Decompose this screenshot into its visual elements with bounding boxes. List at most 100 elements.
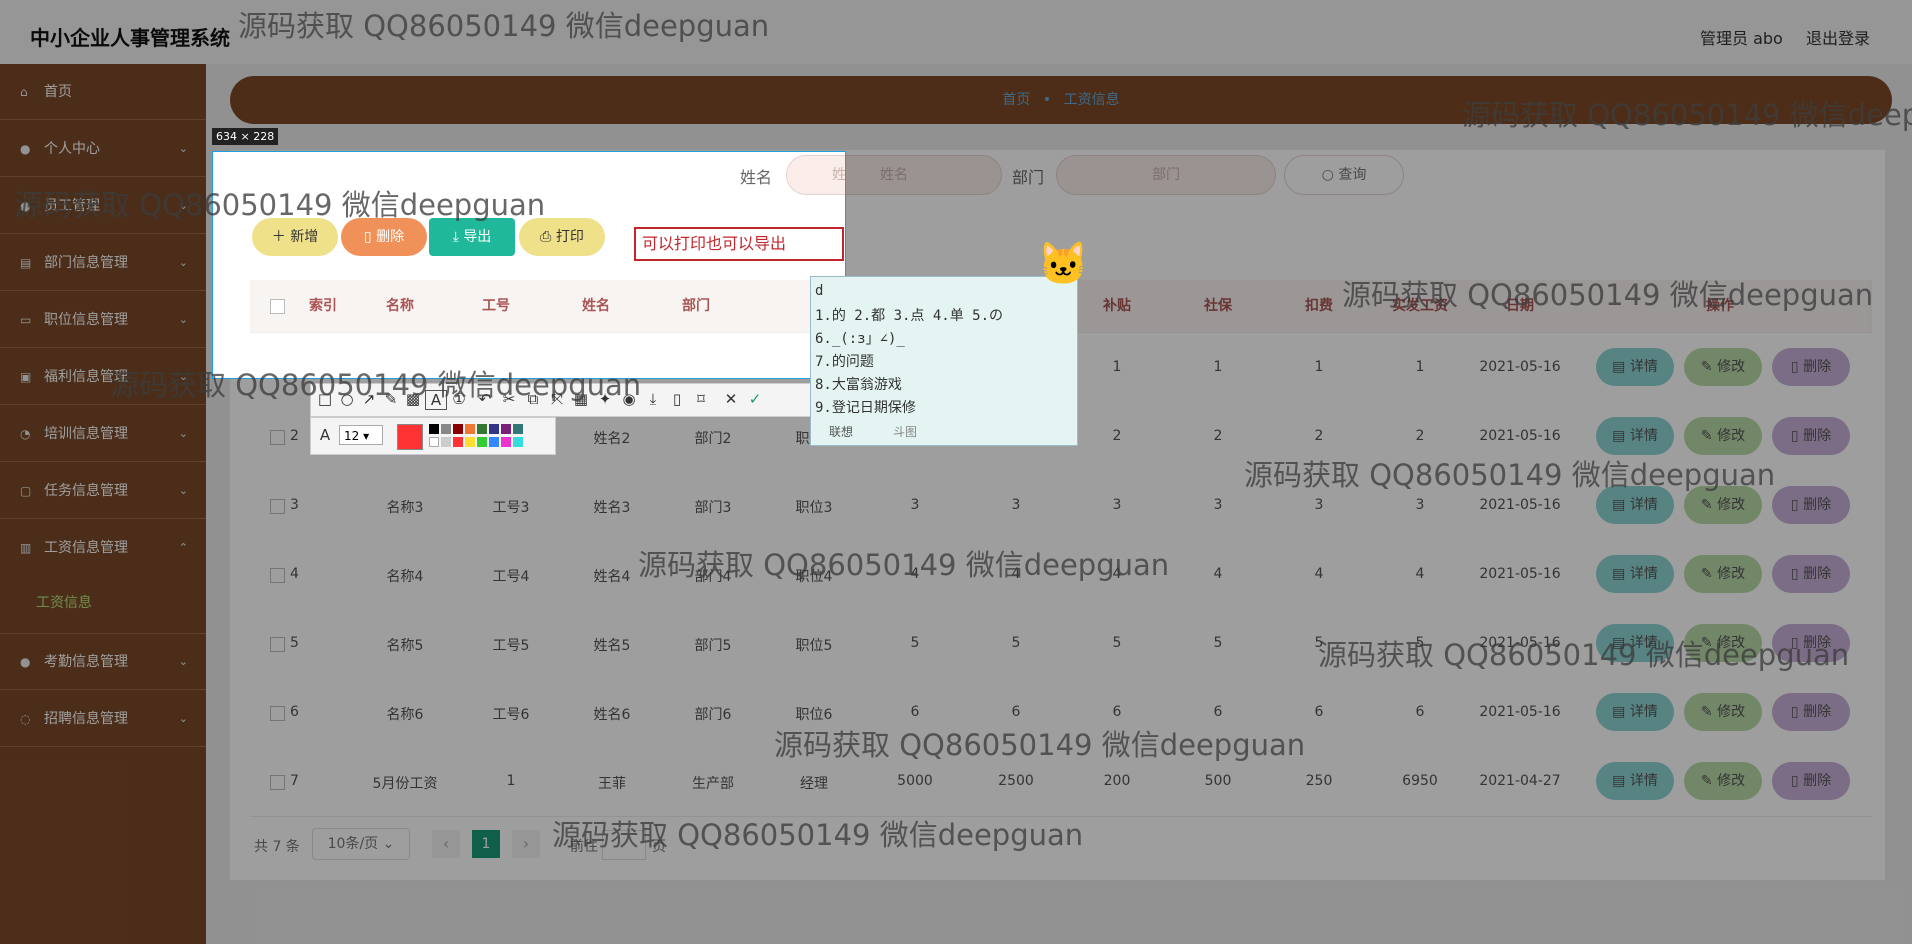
ime-tab-sticker[interactable]: 斗图 [893, 423, 917, 440]
long-screenshot-icon[interactable]: ⤧ [547, 390, 567, 408]
name-search-input[interactable]: 姓名 [786, 155, 846, 195]
ime-candidate[interactable]: 9.登记日期保修 [815, 397, 916, 417]
bookmark-icon[interactable]: ⌑ [691, 390, 711, 408]
pen-tool-icon[interactable]: ✎ [381, 390, 401, 408]
table-cell: 250 [1305, 773, 1333, 789]
goto-page-input[interactable] [602, 830, 646, 860]
query-button[interactable]: ○ 查询 [1284, 155, 1404, 195]
sidebar-item-training[interactable]: ◔ 培训信息管理 ⌄ [0, 406, 206, 462]
arrow-tool-icon[interactable]: ↗ [359, 390, 379, 408]
sidebar-sub-salary-info[interactable]: 工资信息 [36, 592, 92, 612]
sidebar-item-department[interactable]: ▤ 部门信息管理 ⌄ [0, 235, 206, 291]
delete-button[interactable]: ▯ 删除 [1772, 693, 1850, 731]
pin-icon[interactable]: ✦ [595, 390, 615, 408]
page-size-select[interactable]: 10条/页 ⌄ [312, 828, 410, 860]
detail-button[interactable]: ▤ 详情 [1596, 486, 1674, 524]
prev-page-button[interactable]: ‹ [432, 830, 460, 858]
next-page-button[interactable]: › [512, 830, 540, 858]
detail-button[interactable]: ▤ 详情 [1596, 624, 1674, 662]
col-header[interactable]: 社保 [1168, 280, 1269, 332]
search-icon: ○ [1321, 167, 1339, 183]
select-all-checkbox[interactable] [270, 299, 285, 314]
sidebar-item-home[interactable]: ⌂ 首页 [0, 64, 206, 120]
ime-candidate[interactable]: 6._(:з」∠)_ [815, 328, 905, 348]
undo-icon[interactable]: ↶ [475, 390, 495, 408]
edit-button[interactable]: ✎ 修改 [1684, 417, 1762, 455]
sidebar-item-welfare[interactable]: ▣ 福利信息管理 ⌄ [0, 349, 206, 405]
detail-button[interactable]: ▤ 详情 [1596, 762, 1674, 800]
delete-button[interactable]: ▯ 删除 [1772, 762, 1850, 800]
row-checkbox[interactable] [270, 499, 285, 514]
bulk-delete-button[interactable]: ▯ 删除 [341, 218, 427, 256]
logout-link[interactable]: 退出登录 [1806, 25, 1870, 49]
edit-button-label: 修改 [1717, 428, 1746, 444]
sidebar-item-staff[interactable]: ● 员工管理 ⌄ [0, 178, 206, 234]
close-icon[interactable]: ✕ [721, 390, 741, 408]
ime-candidate[interactable]: 8.大富翁游戏 [815, 374, 902, 394]
add-button[interactable]: ＋ 新增 [252, 218, 338, 256]
mosaic-tool-icon[interactable]: ▩ [403, 390, 423, 408]
breadcrumb-home[interactable]: 首页 [1002, 92, 1030, 108]
table-cell: 5 [1112, 635, 1122, 651]
translate-icon[interactable]: ⧉ [523, 390, 543, 408]
detail-button[interactable]: ▤ 详情 [1596, 417, 1674, 455]
row-checkbox[interactable] [270, 430, 285, 445]
sidebar-item-recruit[interactable]: ◌ 招聘信息管理 ⌄ [0, 691, 206, 747]
save-icon[interactable]: ⤓ [643, 390, 663, 408]
row-checkbox[interactable] [270, 775, 285, 790]
sidebar-item-salary[interactable]: ▥ 工资信息管理 ⌃ [0, 520, 206, 634]
detail-button[interactable]: ▤ 详情 [1596, 348, 1674, 386]
print-button[interactable]: ⎙ 打印 [519, 218, 605, 256]
screenshot-selection[interactable]: 姓名 姓名 ＋ 新增 ▯ 删除 ⤓ 导出 ⎙ 打印 索引 名称 工号 姓名 部门 [212, 151, 846, 379]
detail-button[interactable]: ▤ 详情 [1596, 693, 1674, 731]
ime-tab-associate[interactable]: 联想 [829, 423, 853, 440]
font-size-select[interactable]: 12 ▾ [339, 425, 383, 445]
row-checkbox[interactable] [270, 568, 285, 583]
edit-button[interactable]: ✎ 修改 [1684, 348, 1762, 386]
sidebar-item-position[interactable]: ▭ 职位信息管理 ⌄ [0, 292, 206, 348]
scissors-icon[interactable]: ✂ [499, 390, 519, 408]
edit-icon: ✎ [1700, 704, 1718, 720]
row-checkbox[interactable] [270, 637, 285, 652]
selected-color-swatch[interactable] [397, 424, 423, 450]
edit-button[interactable]: ✎ 修改 [1684, 486, 1762, 524]
table-cell: 部门2 [694, 431, 732, 447]
annotation-text-box[interactable]: 可以打印也可以导出 [634, 227, 844, 261]
text-tool-icon[interactable]: A [425, 390, 447, 410]
col-header[interactable]: 实发工资 [1370, 280, 1471, 332]
ocr-icon[interactable]: ▦ [571, 390, 591, 408]
ime-candidates-row[interactable]: 1.的 2.都 3.点 4.单 5.の [815, 305, 1003, 325]
ime-candidate[interactable]: 7.的问题 [815, 351, 874, 371]
chevron-down-icon: ⌄ [382, 836, 395, 852]
detail-button[interactable]: ▤ 详情 [1596, 555, 1674, 593]
edit-button[interactable]: ✎ 修改 [1684, 693, 1762, 731]
sidebar-item-profile[interactable]: ● 个人中心 ⌄ [0, 121, 206, 177]
sidebar-item-label: 任务信息管理 [44, 483, 128, 499]
sidebar-item-attendance[interactable]: ● 考勤信息管理 ⌄ [0, 634, 206, 690]
rectangle-tool-icon[interactable]: □ [315, 390, 335, 408]
delete-button[interactable]: ▯ 删除 [1772, 555, 1850, 593]
table-cell: 6950 [1402, 773, 1438, 789]
phone-icon[interactable]: ▯ [667, 390, 687, 408]
dept-search-input[interactable]: 部门 [1056, 155, 1276, 195]
delete-button[interactable]: ▯ 删除 [1772, 486, 1850, 524]
delete-button[interactable]: ▯ 删除 [1772, 417, 1850, 455]
edit-button[interactable]: ✎ 修改 [1684, 555, 1762, 593]
page-1-button[interactable]: 1 [472, 830, 500, 858]
confirm-icon[interactable]: ✓ [745, 390, 765, 408]
color-palette[interactable] [429, 424, 549, 450]
delete-button[interactable]: ▯ 删除 [1772, 348, 1850, 386]
number-tool-icon[interactable]: ① [449, 390, 469, 408]
delete-button[interactable]: ▯ 删除 [1772, 624, 1850, 662]
export-button[interactable]: ⤓ 导出 [429, 218, 515, 256]
edit-button[interactable]: ✎ 修改 [1684, 762, 1762, 800]
ellipse-tool-icon[interactable]: ○ [337, 390, 357, 408]
row-checkbox[interactable] [270, 706, 285, 721]
col-header[interactable]: 日期 [1470, 280, 1571, 332]
edit-button[interactable]: ✎ 修改 [1684, 624, 1762, 662]
chevron-down-icon: ⌄ [178, 370, 188, 383]
delete-button-label: 删除 [1803, 773, 1832, 789]
sidebar-item-task[interactable]: ▢ 任务信息管理 ⌄ [0, 463, 206, 519]
record-icon[interactable]: ◉ [619, 390, 639, 408]
col-header[interactable]: 扣费 [1268, 280, 1371, 332]
